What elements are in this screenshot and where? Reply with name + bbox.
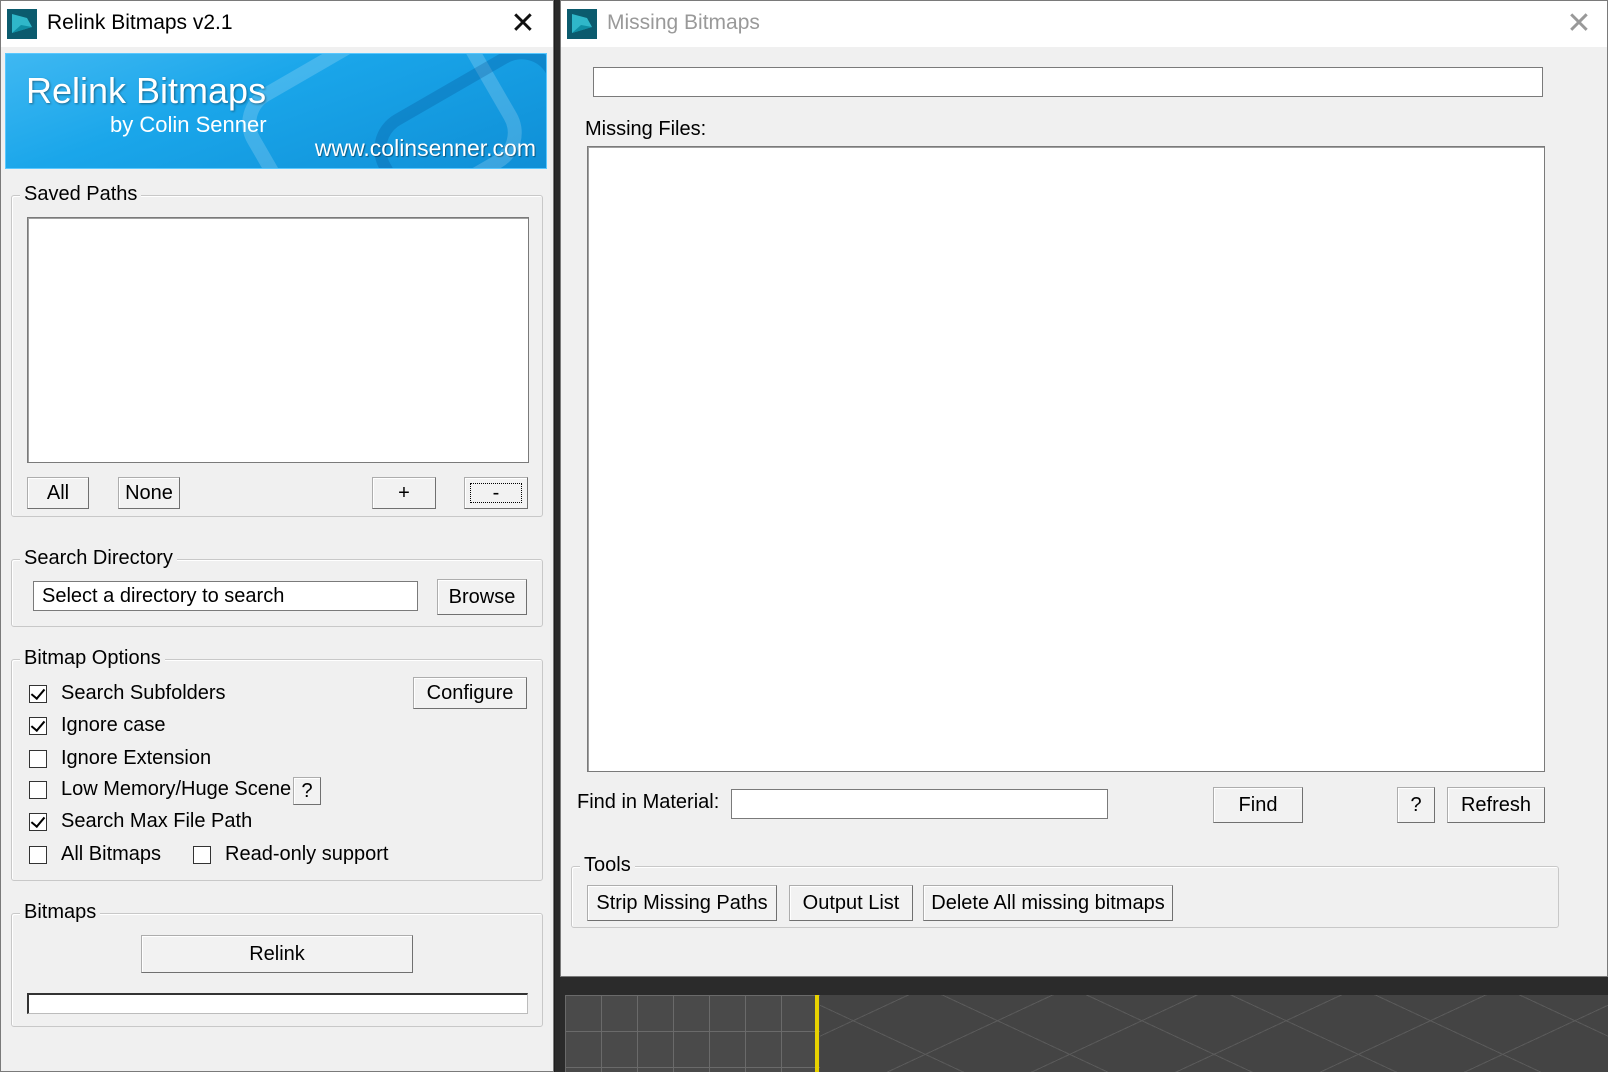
missing-files-label: Missing Files:: [585, 118, 707, 140]
help-button[interactable]: ?: [1397, 787, 1435, 823]
find-button[interactable]: Find: [1213, 787, 1303, 823]
option-label: Ignore Extension: [61, 747, 212, 769]
option-ignore-case[interactable]: Ignore case: [29, 714, 166, 737]
option-label: Search Subfolders: [61, 682, 226, 704]
option-label: Search Max File Path: [61, 810, 253, 832]
close-icon[interactable]: ✕: [501, 5, 545, 43]
find-in-material-label: Find in Material:: [577, 791, 720, 813]
relink-button[interactable]: Relink: [141, 935, 413, 973]
select-none-button[interactable]: None: [118, 477, 180, 509]
relink-progress-bar: [27, 993, 528, 1014]
browse-button[interactable]: Browse: [437, 579, 527, 615]
option-search-subfolders[interactable]: Search Subfolders: [29, 682, 226, 705]
app-icon: [567, 9, 597, 39]
checkbox-search-subfolders[interactable]: [29, 684, 47, 703]
relink-bitmaps-window: Relink Bitmaps v2.1 ✕ Relink Bitmaps by …: [0, 0, 554, 1072]
select-all-button[interactable]: All: [27, 477, 89, 509]
option-ignore-extension[interactable]: Ignore Extension: [29, 747, 211, 770]
window-title: Relink Bitmaps v2.1: [47, 11, 233, 34]
refresh-button[interactable]: Refresh: [1447, 787, 1545, 823]
status-field[interactable]: [593, 67, 1543, 97]
remove-path-label: -: [469, 483, 523, 503]
checkbox-all-bitmaps[interactable]: [29, 845, 47, 864]
banner-url: www.colinsenner.com: [314, 135, 536, 161]
strip-missing-paths-button[interactable]: Strip Missing Paths: [587, 885, 777, 921]
viewport-active-border: [815, 995, 819, 1072]
checkbox-ignore-case[interactable]: [29, 716, 47, 735]
bitmaps-label: Bitmaps: [20, 901, 101, 924]
search-directory-label: Search Directory: [20, 547, 177, 570]
app-icon: [7, 9, 37, 39]
banner-title: Relink Bitmaps: [26, 70, 267, 111]
window-title: Missing Bitmaps: [607, 11, 760, 34]
checkbox-read-only-support[interactable]: [193, 845, 211, 864]
option-low-memory[interactable]: Low Memory/Huge Scene: [29, 778, 291, 801]
option-label: All Bitmaps: [61, 843, 162, 865]
saved-paths-list[interactable]: [27, 217, 529, 463]
option-read-only-support[interactable]: Read-only support: [193, 843, 388, 866]
option-search-max-file-path[interactable]: Search Max File Path: [29, 810, 252, 833]
option-label: Read-only support: [225, 843, 389, 865]
banner-author: by Colin Senner: [110, 112, 267, 137]
search-directory-input[interactable]: Select a directory to search: [33, 581, 418, 611]
viewport-perspective: [820, 995, 1608, 1072]
checkbox-ignore-extension[interactable]: [29, 749, 47, 768]
delete-all-missing-button[interactable]: Delete All missing bitmaps: [923, 885, 1173, 921]
tools-label: Tools: [580, 854, 635, 877]
checkbox-low-memory[interactable]: [29, 780, 47, 799]
option-all-bitmaps[interactable]: All Bitmaps: [29, 843, 161, 866]
find-in-material-input[interactable]: [731, 789, 1108, 819]
remove-path-button[interactable]: -: [464, 477, 528, 509]
add-path-button[interactable]: +: [372, 477, 436, 509]
low-memory-help-button[interactable]: ?: [293, 777, 321, 805]
bitmap-options-label: Bitmap Options: [20, 647, 165, 670]
output-list-button[interactable]: Output List: [789, 885, 913, 921]
saved-paths-label: Saved Paths: [20, 183, 142, 206]
title-bar[interactable]: Relink Bitmaps v2.1 ✕: [1, 1, 553, 47]
title-bar[interactable]: Missing Bitmaps ✕: [561, 1, 1607, 47]
checkbox-search-max-file-path[interactable]: [29, 812, 47, 831]
configure-button[interactable]: Configure: [413, 677, 527, 709]
missing-bitmaps-window: Missing Bitmaps ✕ Missing Files: Find in…: [560, 0, 1608, 977]
banner-logo: Relink Bitmaps by Colin Senner www.colin…: [5, 53, 547, 169]
option-label: Ignore case: [61, 714, 166, 736]
missing-files-list[interactable]: [587, 146, 1545, 772]
close-icon[interactable]: ✕: [1557, 5, 1601, 43]
option-label: Low Memory/Huge Scene: [61, 778, 292, 800]
